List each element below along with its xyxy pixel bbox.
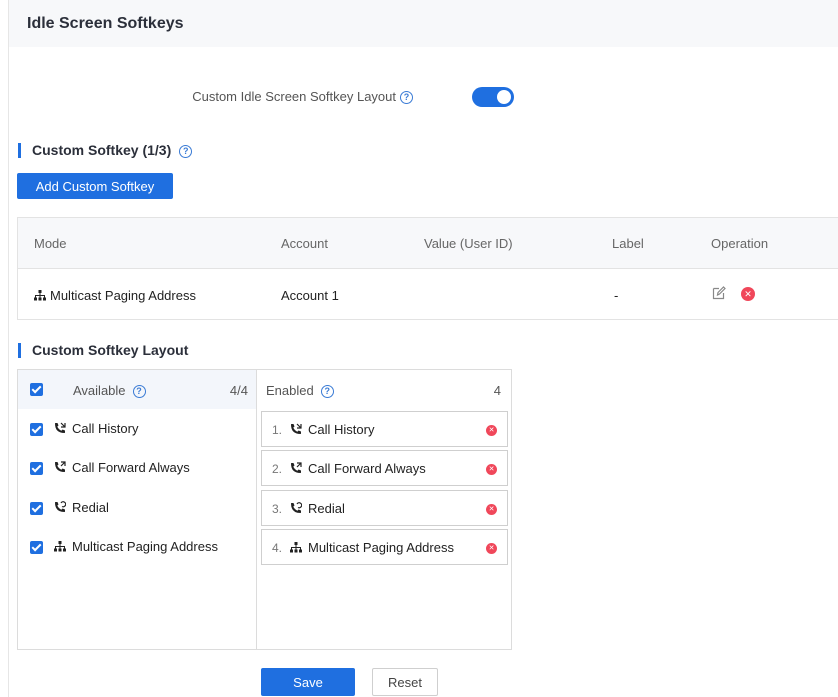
- row-mode: Multicast Paging Address: [34, 288, 196, 303]
- row-account: Account 1: [281, 288, 339, 303]
- enabled-item-number: 2.: [272, 462, 283, 476]
- enabled-item-label: Call History: [290, 422, 374, 437]
- table-header: Mode Account Value (User ID) Label Opera…: [18, 218, 838, 269]
- enabled-count: 4: [493, 383, 501, 398]
- available-item-call-forward-always[interactable]: Call Forward Always: [18, 459, 256, 479]
- column-header-value: Value (User ID): [424, 236, 513, 251]
- column-divider: [256, 370, 257, 649]
- remove-icon[interactable]: ✕: [486, 425, 497, 436]
- remove-icon[interactable]: ✕: [486, 543, 497, 554]
- custom-layout-toggle-label: Custom Idle Screen Softkey Layout?: [192, 89, 413, 105]
- phone-icon: [291, 502, 302, 513]
- network-icon: [34, 290, 46, 301]
- available-item-redial[interactable]: Redial: [18, 499, 256, 519]
- enabled-item-call-history[interactable]: 1. Call History ✕: [261, 411, 508, 447]
- remove-icon[interactable]: ✕: [486, 504, 497, 515]
- delete-icon[interactable]: ✕: [741, 287, 755, 301]
- help-icon[interactable]: ?: [132, 385, 146, 399]
- custom-softkey-layout-section-title: Custom Softkey Layout: [18, 342, 188, 358]
- item-checkbox[interactable]: [30, 541, 43, 554]
- enabled-item-redial[interactable]: 3. Redial ✕: [261, 490, 508, 526]
- item-checkbox[interactable]: [30, 462, 43, 475]
- enabled-item-multicast-paging-address[interactable]: 4. Multicast Paging Address ✕: [261, 529, 508, 565]
- enabled-item-label: Call Forward Always: [290, 461, 426, 476]
- phone-icon: [291, 462, 302, 473]
- page-title: Idle Screen Softkeys: [27, 15, 184, 32]
- help-icon[interactable]: ?: [400, 91, 413, 105]
- select-all-checkbox[interactable]: [30, 383, 43, 396]
- page-header: Idle Screen Softkeys: [9, 0, 838, 47]
- item-checkbox[interactable]: [30, 423, 43, 436]
- save-button[interactable]: Save: [261, 668, 355, 696]
- column-header-account: Account: [281, 236, 328, 251]
- enabled-item-number: 3.: [272, 502, 283, 516]
- network-icon: [290, 542, 302, 553]
- item-checkbox[interactable]: [30, 502, 43, 515]
- enabled-item-label: Multicast Paging Address: [290, 540, 454, 555]
- add-custom-softkey-button[interactable]: Add Custom Softkey: [17, 173, 173, 199]
- available-item-call-history[interactable]: Call History: [18, 420, 256, 440]
- phone-icon: [55, 501, 66, 512]
- available-item-label: Call Forward Always: [54, 460, 190, 475]
- custom-layout-toggle-row: Custom Idle Screen Softkey Layout?: [0, 84, 838, 110]
- edit-icon[interactable]: [712, 286, 726, 300]
- enabled-item-label: Redial: [290, 501, 345, 516]
- enabled-title: Enabled?: [266, 383, 334, 399]
- phone-icon: [55, 461, 66, 472]
- column-header-mode: Mode: [34, 236, 67, 251]
- available-title: Available?: [73, 383, 146, 399]
- custom-softkey-table: Mode Account Value (User ID) Label Opera…: [17, 217, 838, 320]
- available-header: Available? 4/4: [18, 370, 256, 409]
- enabled-item-number: 4.: [272, 541, 283, 555]
- custom-layout-toggle[interactable]: [472, 87, 514, 107]
- available-item-label: Call History: [54, 421, 138, 436]
- toggle-knob: [497, 90, 511, 104]
- row-label: -: [614, 288, 619, 303]
- help-icon[interactable]: ?: [179, 144, 193, 158]
- enabled-item-number: 1.: [272, 423, 283, 437]
- column-header-operation: Operation: [711, 236, 769, 251]
- available-count: 4/4: [229, 383, 248, 398]
- phone-icon: [55, 422, 66, 433]
- enabled-item-call-forward-always[interactable]: 2. Call Forward Always ✕: [261, 450, 508, 486]
- column-header-label: Label: [612, 236, 644, 251]
- custom-softkey-section-title: Custom Softkey (1/3)?: [18, 142, 193, 158]
- remove-icon[interactable]: ✕: [486, 464, 497, 475]
- available-item-label: Redial: [54, 500, 109, 515]
- available-item-multicast-paging-address[interactable]: Multicast Paging Address: [18, 538, 256, 558]
- softkey-layout-panel: Available? 4/4 Enabled? 4 Call History C…: [17, 369, 512, 650]
- phone-icon: [291, 423, 302, 434]
- available-item-label: Multicast Paging Address: [54, 539, 218, 554]
- reset-button[interactable]: Reset: [372, 668, 438, 696]
- help-icon[interactable]: ?: [320, 385, 334, 399]
- network-icon: [54, 541, 66, 552]
